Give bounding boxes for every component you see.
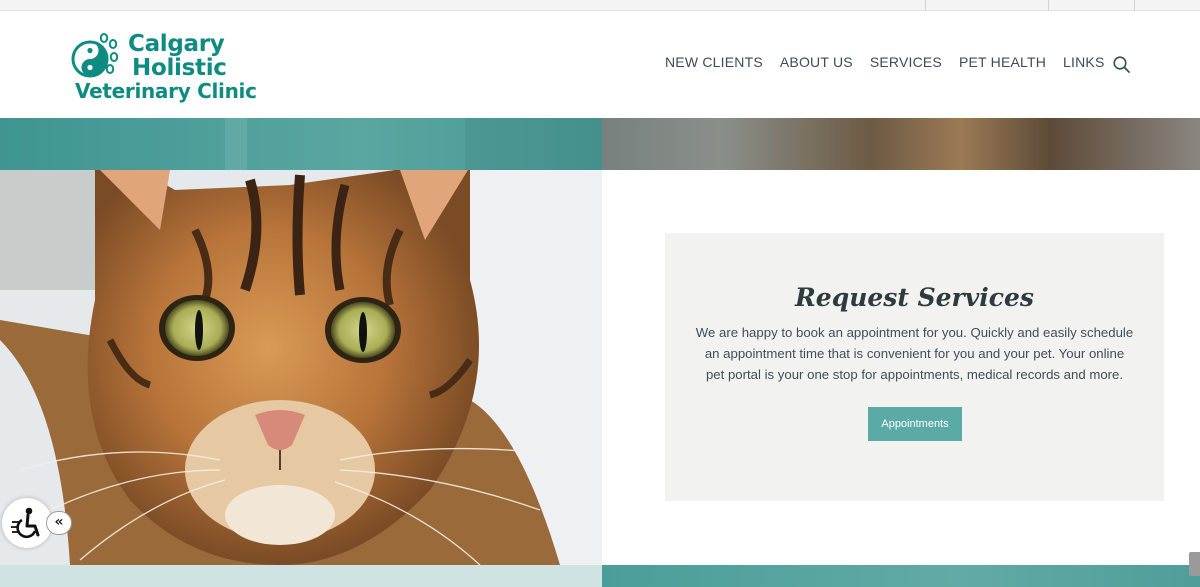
nav-item-pet-health[interactable]: PET HEALTH bbox=[959, 54, 1046, 70]
top-utility-bar bbox=[0, 0, 1200, 11]
request-services-description: We are happy to book an appointment for … bbox=[695, 325, 1134, 382]
site-header: Calgary Holistic Veterinary Clinic NEW C… bbox=[0, 11, 1200, 118]
hero-band-teal bbox=[0, 118, 602, 170]
utility-divider bbox=[1048, 0, 1049, 11]
hero-cat-image bbox=[0, 170, 602, 565]
accessibility-widget: « bbox=[0, 498, 74, 548]
accessibility-button[interactable] bbox=[2, 498, 52, 548]
scrollbar-thumb[interactable] bbox=[1189, 552, 1200, 576]
request-services-title: Request Services bbox=[795, 283, 1034, 312]
appointments-button[interactable]: Appointments bbox=[868, 407, 962, 441]
tabby-cat-photo bbox=[0, 170, 602, 565]
search-icon bbox=[1113, 56, 1130, 73]
utility-divider bbox=[1134, 0, 1135, 11]
site-logo[interactable]: Calgary Holistic Veterinary Clinic bbox=[70, 31, 270, 106]
band-shade bbox=[465, 118, 602, 170]
nav-item-links[interactable]: LINKS bbox=[1063, 54, 1104, 70]
bottom-band-right bbox=[602, 565, 1200, 587]
nav-item-services[interactable]: SERVICES bbox=[870, 54, 942, 70]
nav-item-new-clients[interactable]: NEW CLIENTS bbox=[665, 54, 763, 70]
main-nav: NEW CLIENTS ABOUT US SERVICES PET HEALTH… bbox=[665, 54, 1122, 70]
accessibility-collapse-toggle[interactable]: « bbox=[46, 511, 72, 535]
logo-text-line2: Holistic bbox=[132, 55, 227, 81]
yin-yang-paw-icon bbox=[71, 33, 119, 78]
utility-divider bbox=[925, 0, 926, 11]
hero-band-photo bbox=[602, 118, 1200, 170]
band-highlight bbox=[225, 118, 247, 170]
wheelchair-icon bbox=[11, 507, 40, 538]
nav-item-about-us[interactable]: ABOUT US bbox=[780, 54, 853, 70]
logo-text-line1: Calgary bbox=[128, 31, 225, 57]
request-services-card: Request Services We are happy to book an… bbox=[665, 233, 1164, 501]
search-button[interactable] bbox=[1112, 55, 1132, 75]
bottom-band-left bbox=[0, 565, 602, 587]
logo-text-line3: Veterinary Clinic bbox=[75, 79, 257, 103]
